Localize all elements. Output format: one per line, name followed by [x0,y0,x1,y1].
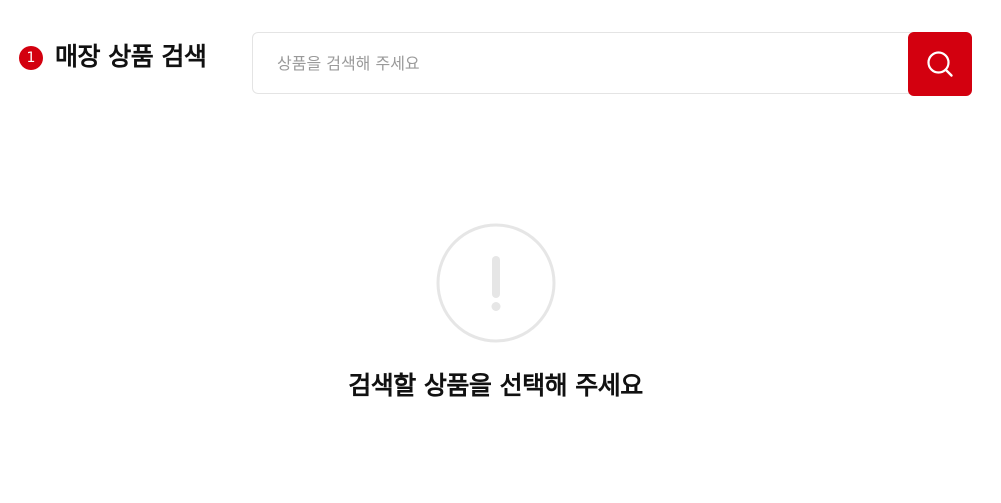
page-title: 매장 상품 검색 [55,42,207,71]
exclamation-circle-icon [436,223,556,343]
search-button[interactable] [908,32,972,96]
step-badge: 1 [19,46,43,70]
search-icon [927,51,953,77]
empty-state-message: 검색할 상품을 선택해 주세요 [348,371,643,400]
search-input[interactable] [253,33,903,93]
search-box [252,32,970,94]
